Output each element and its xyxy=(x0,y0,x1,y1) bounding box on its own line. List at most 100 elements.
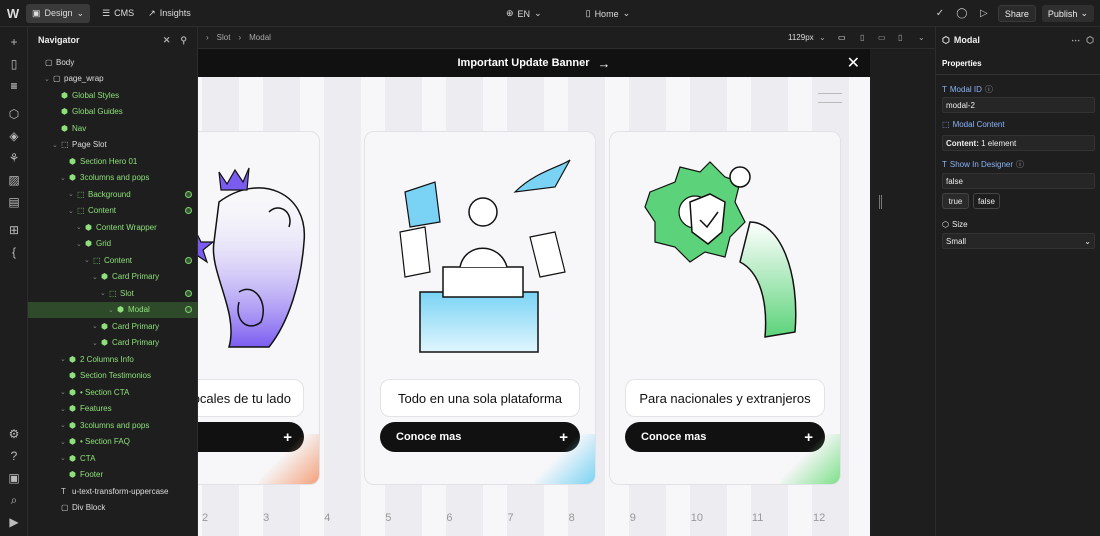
tablet-breakpoint-icon[interactable]: ▯ xyxy=(860,33,864,42)
design-canvas[interactable]: Important Update Banner → ✕ s locales de… xyxy=(198,49,870,536)
navigator-tree-item[interactable]: ⌄ ⬚ Background xyxy=(28,186,198,202)
tab-properties[interactable]: Properties xyxy=(936,53,1100,75)
locale-selector[interactable]: ⊕ EN ⌄ xyxy=(500,4,548,23)
insights-tab[interactable]: ↗ Insights xyxy=(142,4,197,23)
canvas-resize-handle[interactable] xyxy=(879,195,882,209)
navigator-icon[interactable]: ≡ xyxy=(7,79,21,93)
card-primary[interactable]: s locales de tu lado mas + xyxy=(198,131,320,485)
chevron-down-icon[interactable]: ⌄ xyxy=(60,388,69,396)
video-icon[interactable]: ▶ xyxy=(7,515,21,529)
libraries-icon[interactable]: ◈ xyxy=(7,129,21,143)
chevron-down-icon[interactable]: ⌄ xyxy=(92,273,101,281)
variables-icon[interactable]: ⚘ xyxy=(7,151,21,165)
chevron-down-icon[interactable]: ⌄ xyxy=(60,405,69,413)
chevron-down-icon[interactable]: ⌄ xyxy=(60,438,69,446)
close-icon[interactable]: ✕ xyxy=(847,53,860,73)
navigator-tree-item[interactable]: ⌄ ⬢ Card Primary xyxy=(28,335,198,351)
navigator-tree-item[interactable]: ⬢ Global Guides xyxy=(28,104,198,120)
preview-play-icon[interactable]: ▷ xyxy=(976,6,992,22)
webflow-logo-icon[interactable]: W xyxy=(0,0,26,27)
canvas-width-label[interactable]: 1129px xyxy=(788,33,814,42)
landscape-breakpoint-icon[interactable]: ▭ xyxy=(878,33,886,42)
assets-icon[interactable]: ▨ xyxy=(7,173,21,187)
help-circle-icon[interactable]: ⓘ xyxy=(985,84,993,95)
hamburger-menu-icon[interactable] xyxy=(818,93,842,103)
card-primary[interactable]: Todo en una sola plataforma Conoce mas + xyxy=(364,131,596,485)
chevron-down-icon[interactable]: ⌄ xyxy=(52,141,61,149)
navigator-tree-item[interactable]: ⌄ ▢ page_wrap xyxy=(28,71,198,87)
navigator-tree-item[interactable]: ⌄ ⬢ 2 Columns Info xyxy=(28,351,198,367)
edit-component-icon[interactable]: ⬡ xyxy=(1086,35,1094,46)
navigator-tree-item[interactable]: ⌄ ⬢ CTA xyxy=(28,450,198,466)
cms-collections-icon[interactable]: ▤ xyxy=(7,195,21,209)
navigator-tree-item[interactable]: ⌄ ⬢ Content Wrapper xyxy=(28,219,198,235)
navigator-tree-item[interactable]: ⌄ ⬢ 3columns and pops xyxy=(28,170,198,186)
toggle-false-button[interactable]: false xyxy=(973,193,1000,209)
navigator-tree-item[interactable]: ⬢ Nav xyxy=(28,120,198,136)
chevron-down-icon[interactable]: ⌄ xyxy=(44,75,53,83)
share-button[interactable]: Share xyxy=(997,5,1036,22)
navigator-tree-item[interactable]: ⌄ ⬚ Content xyxy=(28,203,198,219)
navigator-tree-item[interactable]: ⌄ ⬢ Features xyxy=(28,401,198,417)
navigator-tree-item[interactable]: ▢ Div Block xyxy=(28,500,198,516)
navigator-tree-item[interactable]: ⬢ Footer xyxy=(28,467,198,483)
chevron-down-icon[interactable]: ⌄ xyxy=(108,306,117,314)
chevron-down-icon[interactable]: ⌄ xyxy=(76,240,85,248)
size-select[interactable]: Small ⌄ xyxy=(942,233,1095,249)
help-icon[interactable]: ? xyxy=(7,449,21,463)
chevron-down-icon[interactable]: ⌄ xyxy=(60,355,69,363)
navigator-tree-item[interactable]: ⌄ ⬢ • Section FAQ xyxy=(28,434,198,450)
pin-icon[interactable]: ⚲ xyxy=(180,35,187,46)
navigator-tree-item[interactable]: ⌄ ⬚ Page Slot xyxy=(28,137,198,153)
search-icon[interactable]: ⌕ xyxy=(7,493,21,507)
collapse-icon[interactable]: ✕ xyxy=(163,35,171,46)
navigator-tree-item[interactable]: ⌄ ⬢ Modal xyxy=(28,301,198,318)
add-icon[interactable]: + xyxy=(7,35,21,49)
announcement-banner[interactable]: Important Update Banner → ✕ xyxy=(198,49,870,77)
show-in-designer-input[interactable]: false xyxy=(942,173,1095,189)
navigator-tree-item[interactable]: ⬢ Global Styles xyxy=(28,87,198,103)
design-tab[interactable]: ▣ Design ⌄ xyxy=(26,3,91,23)
cms-tab[interactable]: ☰ CMS xyxy=(96,4,140,23)
modal-content-field[interactable]: Content: 1 element xyxy=(942,135,1095,151)
navigator-tree-item[interactable]: ⌄ ⬢ Grid xyxy=(28,236,198,252)
publish-button[interactable]: Publish ⌄ xyxy=(1041,5,1094,22)
audit-icon[interactable]: ▣ xyxy=(7,471,21,485)
settings-icon[interactable]: ⚙ xyxy=(7,427,21,441)
card-primary[interactable]: Para nacionales y extranjeros Conoce mas… xyxy=(609,131,841,485)
chevron-down-icon[interactable]: ⌄ xyxy=(60,421,69,429)
fonts-app-icon[interactable]: { xyxy=(7,245,21,259)
chevron-down-icon[interactable]: ⌄ xyxy=(76,223,85,231)
navigator-tree-item[interactable]: Tu-text-transform-uppercase xyxy=(28,483,198,499)
chevron-down-icon[interactable]: ⌄ xyxy=(60,174,69,182)
help-circle-icon[interactable]: ⓘ xyxy=(1016,159,1024,170)
breadcrumb-slot[interactable]: Slot xyxy=(217,33,231,42)
chevron-down-icon[interactable]: ⌄ xyxy=(92,339,101,347)
more-options-icon[interactable]: ⋯ xyxy=(1071,35,1080,46)
navigator-tree-item[interactable]: ⌄ ⬢ 3columns and pops xyxy=(28,417,198,433)
pages-icon[interactable]: ▯ xyxy=(7,57,21,71)
navigator-tree-item[interactable]: ⌄ ⬢ • Section CTA xyxy=(28,384,198,400)
desktop-breakpoint-icon[interactable]: ▭ xyxy=(838,33,846,42)
page-selector[interactable]: ▯ Home ⌄ xyxy=(580,4,637,23)
components-icon[interactable]: ⬡ xyxy=(7,107,21,121)
chevron-down-icon[interactable]: ⌄ xyxy=(100,289,109,297)
breadcrumb-modal[interactable]: Modal xyxy=(249,33,271,42)
apps-icon[interactable]: ⊞ xyxy=(7,223,21,237)
toggle-true-button[interactable]: true xyxy=(942,193,969,209)
chevron-down-icon[interactable]: ⌄ xyxy=(60,454,69,462)
chevron-down-icon[interactable]: ⌄ xyxy=(92,322,101,330)
navigator-tree-item[interactable]: ⌄ ⬚ Slot xyxy=(28,285,198,301)
navigator-tree-item[interactable]: ⌄ ⬚ Content xyxy=(28,252,198,268)
chevron-down-icon[interactable]: ⌄ xyxy=(68,190,77,198)
chevron-down-icon[interactable]: ⌄ xyxy=(68,207,77,215)
comment-icon[interactable]: ◯ xyxy=(954,6,970,22)
navigator-tree-item[interactable]: ⬢ Section Hero 01 xyxy=(28,153,198,169)
navigator-tree-item[interactable]: ⌄ ⬢ Card Primary xyxy=(28,318,198,334)
check-icon[interactable]: ✓ xyxy=(932,6,948,22)
modal-id-input[interactable]: modal-2 xyxy=(942,97,1095,113)
chevron-down-icon[interactable]: ⌄ xyxy=(84,256,93,264)
mobile-breakpoint-icon[interactable]: ▯ xyxy=(898,33,902,42)
navigator-tree-item[interactable]: ▢ Body xyxy=(28,54,198,70)
navigator-tree-item[interactable]: ⬢ Section Testimonios xyxy=(28,368,198,384)
